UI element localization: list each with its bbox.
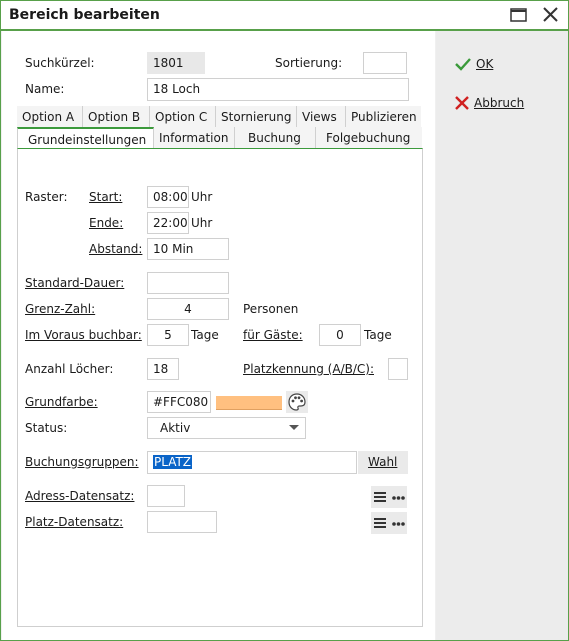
gaeste-label: für Gäste: (243, 328, 303, 342)
tab-option-a[interactable]: Option A (17, 106, 83, 127)
cross-icon (455, 96, 469, 110)
tab-buchung[interactable]: Buchung (235, 127, 316, 148)
tab-stornierung[interactable]: Stornierung (216, 106, 297, 127)
grenz-zahl-label: Grenz-Zahl: (25, 302, 96, 316)
ok-button[interactable]: OK (454, 57, 493, 71)
start-time-field[interactable]: 08:00 (147, 186, 189, 208)
maximize-icon (510, 8, 527, 22)
grenz-zahl-field[interactable]: 4 (147, 298, 229, 320)
checkmark-icon (455, 58, 471, 71)
abstand-field[interactable]: 10 Min (147, 238, 229, 260)
loecher-field[interactable]: 18 (147, 358, 179, 380)
tab-row-top: Option A Option B Option C Stornierung V… (17, 106, 421, 127)
grundfarbe-field[interactable]: #FFC080 (147, 391, 211, 413)
adress-label: Adress-Datensatz: (25, 489, 135, 503)
dialog-window: Bereich bearbeiten Suchkürzel: 1801 Sort… (0, 0, 569, 641)
ende-label: Ende: (89, 216, 124, 230)
standard-dauer-field[interactable] (147, 272, 229, 294)
palette-icon (288, 393, 306, 411)
close-button[interactable] (534, 1, 568, 29)
wahl-button[interactable]: Wahl (358, 451, 408, 474)
tab-publizieren[interactable]: Publizieren (346, 106, 421, 127)
end-unit: Uhr (191, 216, 213, 230)
buchungsgruppen-field[interactable]: PLATZ (147, 451, 357, 474)
voraus-field[interactable]: 5 (147, 324, 189, 346)
standard-dauer-label: Standard-Dauer: (25, 276, 125, 290)
status-select[interactable]: Aktiv (147, 417, 306, 439)
tab-option-b[interactable]: Option B (83, 106, 150, 127)
tab-grundeinstellungen[interactable]: Grundeinstellungen (17, 127, 154, 148)
close-icon (543, 7, 558, 22)
list-icon (374, 492, 405, 502)
buchungsgruppen-label: Buchungsgruppen: (25, 455, 139, 469)
platz-field[interactable] (147, 511, 217, 533)
name-field[interactable]: 18 Loch (147, 78, 409, 101)
gaeste-field[interactable]: 0 (319, 324, 361, 346)
buchungsgruppen-value: PLATZ (153, 455, 193, 469)
platzkennung-label: Platzkennung (A/B/C): (243, 362, 374, 376)
loecher-label: Anzahl Löcher: (25, 362, 114, 376)
voraus-label: Im Voraus buchbar: (25, 328, 142, 342)
suchkuerzel-label: Suchkürzel: (25, 56, 95, 70)
adress-field[interactable] (147, 485, 185, 507)
platz-list-button[interactable] (371, 512, 407, 534)
ok-label: OK (476, 57, 494, 71)
maximize-button[interactable] (501, 1, 535, 29)
abbruch-button[interactable]: Abbruch (454, 95, 524, 111)
sortierung-label: Sortierung: (275, 56, 343, 70)
wahl-label: Wahl (368, 455, 398, 469)
more-icon (374, 518, 405, 528)
tab-information[interactable]: Information (154, 127, 235, 148)
status-label: Status: (25, 421, 68, 435)
voraus-unit: Tage (191, 328, 219, 342)
platz-label: Platz-Datensatz: (25, 515, 124, 529)
adress-list-button[interactable] (371, 486, 407, 508)
tab-option-c[interactable]: Option C (150, 106, 216, 127)
grenz-zahl-unit: Personen (243, 302, 299, 316)
palette-button[interactable] (286, 391, 308, 413)
abstand-label: Abstand: (89, 242, 143, 256)
side-panel (436, 31, 568, 640)
status-value: Aktiv (160, 421, 191, 435)
end-time-field[interactable]: 22:00 (147, 212, 189, 234)
platzkennung-field[interactable] (388, 358, 408, 380)
gaeste-unit: Tage (364, 328, 392, 342)
name-label: Name: (25, 82, 65, 96)
chevron-down-icon[interactable] (288, 424, 300, 432)
sortierung-field[interactable] (363, 52, 407, 74)
color-swatch (216, 396, 282, 410)
suchkuerzel-field[interactable]: 1801 (147, 52, 205, 74)
tab-content (17, 148, 423, 627)
tab-views[interactable]: Views (297, 106, 346, 127)
tab-folgebuchung[interactable]: Folgebuchung (316, 127, 422, 148)
grundfarbe-label: Grundfarbe: (25, 395, 98, 409)
start-label: Start: (89, 190, 123, 204)
window-title: Bereich bearbeiten (9, 7, 160, 23)
raster-label: Raster: (25, 190, 68, 204)
tab-row-bottom: Grundeinstellungen Information Buchung F… (17, 127, 422, 148)
title-bar: Bereich bearbeiten (1, 1, 568, 31)
abbruch-label: Abbruch (474, 96, 525, 110)
start-unit: Uhr (191, 190, 213, 204)
